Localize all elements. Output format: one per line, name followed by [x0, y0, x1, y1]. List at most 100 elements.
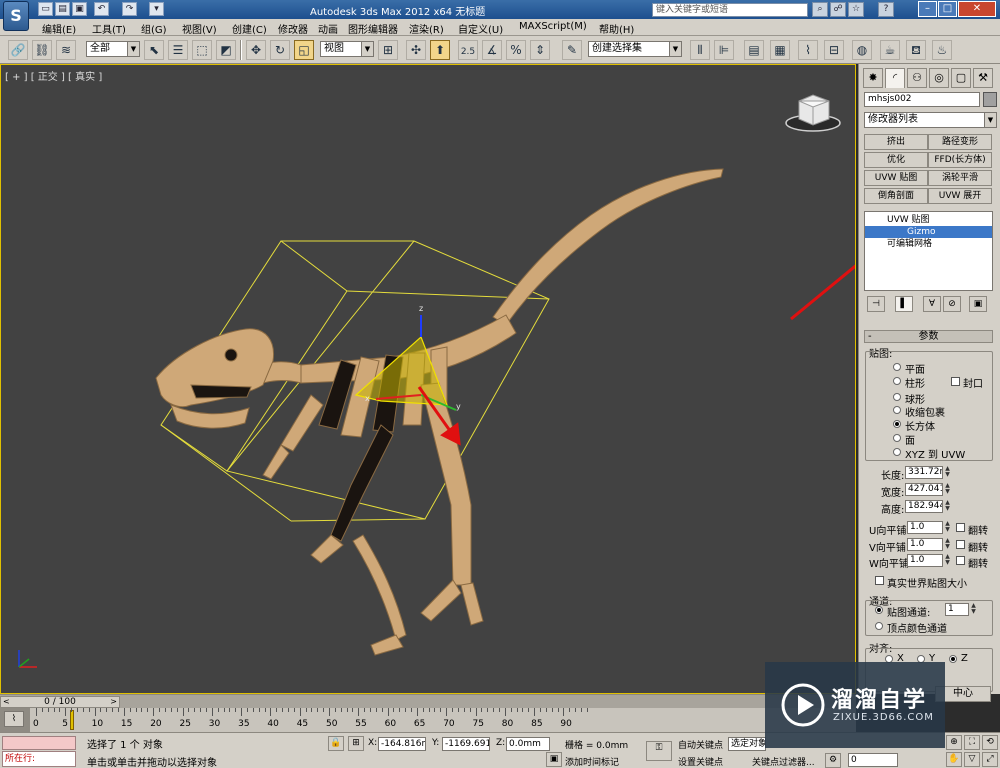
remove-modifier-icon[interactable]: ⊘: [943, 296, 961, 312]
help-icon[interactable]: ?: [878, 2, 894, 17]
menu-maxscript[interactable]: MAXScript(M): [519, 21, 587, 32]
stack-item-editable-mesh[interactable]: 可编辑网格: [865, 238, 992, 250]
scene-canvas[interactable]: z y x: [1, 65, 856, 694]
show-end-result-icon[interactable]: ▌: [895, 296, 913, 312]
save-file-icon[interactable]: ▣: [72, 2, 87, 16]
bind-to-space-warp-icon[interactable]: ≋: [56, 40, 76, 60]
snaps-toggle-icon[interactable]: 2.5: [458, 40, 478, 60]
radio-cylindrical[interactable]: [893, 377, 901, 385]
schematic-view-icon[interactable]: ⊟: [824, 40, 844, 60]
maxscript-listener-line[interactable]: 所在行:: [2, 751, 76, 767]
curve-editor-icon[interactable]: ⌇: [798, 40, 818, 60]
menu-views[interactable]: 视图(V): [182, 21, 217, 36]
named-selection-set-dropdown[interactable]: 创建选择集 ▼: [588, 41, 682, 57]
select-by-name-icon[interactable]: ☰: [168, 40, 188, 60]
modifier-button-uvw-map[interactable]: UVW 贴图: [864, 170, 928, 186]
time-tag-icon[interactable]: ▣: [546, 752, 562, 767]
stack-item-uvw-map[interactable]: UVW 贴图: [865, 214, 992, 226]
select-and-scale-icon[interactable]: ◱: [294, 40, 314, 60]
auto-key-button[interactable]: 自动关键点: [678, 738, 723, 751]
w-tile-spinner[interactable]: 1.0: [907, 554, 943, 567]
window-crossing-icon[interactable]: ◩: [216, 40, 236, 60]
modifier-list-dropdown[interactable]: 修改器列表 ▼: [864, 112, 997, 128]
communication-center-icon[interactable]: ☍: [830, 2, 846, 17]
y-coord-field[interactable]: -1169.691r: [442, 737, 490, 751]
minimize-button[interactable]: –: [918, 1, 937, 17]
favorites-star-icon[interactable]: ☆: [848, 2, 864, 17]
w-flip-checkbox[interactable]: [956, 556, 965, 565]
edit-named-selection-icon[interactable]: ✎: [562, 40, 582, 60]
viewcube-icon[interactable]: [785, 94, 841, 132]
stack-item-gizmo[interactable]: Gizmo: [865, 226, 992, 238]
z-coord-field[interactable]: 0.0mm: [506, 737, 550, 751]
modifier-button-bevel-profile[interactable]: 倒角剖面: [864, 188, 928, 204]
graphite-toolset-icon[interactable]: ▦: [770, 40, 790, 60]
modifier-button-path-deform[interactable]: 路径变形: [928, 134, 992, 150]
undo-icon[interactable]: ↶: [94, 2, 109, 16]
set-key-button[interactable]: 设置关键点: [678, 755, 723, 768]
v-tile-spinner[interactable]: 1.0: [907, 538, 943, 551]
modifier-button-unwrap-uvw[interactable]: UVW 展开: [928, 188, 992, 204]
curve-editor-mini-icon[interactable]: ⌇: [4, 711, 24, 727]
add-time-tag-label[interactable]: 添加时间标记: [565, 755, 619, 768]
radio-box[interactable]: [893, 420, 901, 428]
angle-snap-icon[interactable]: ∡: [482, 40, 502, 60]
menu-group[interactable]: 组(G): [141, 21, 167, 36]
pivot-center-icon[interactable]: ⊞: [378, 40, 398, 60]
unlink-icon[interactable]: ⛓: [32, 40, 52, 60]
maximize-viewport-icon[interactable]: ⤢: [982, 752, 998, 767]
select-object-icon[interactable]: ⬉: [144, 40, 164, 60]
cap-checkbox[interactable]: [951, 377, 960, 386]
modifier-button-turbosmooth[interactable]: 涡轮平滑: [928, 170, 992, 186]
time-config-icon[interactable]: ⚙: [825, 753, 841, 768]
maxscript-mini-listener[interactable]: [2, 736, 76, 750]
select-and-link-icon[interactable]: 🔗: [8, 40, 28, 60]
current-frame-marker[interactable]: [70, 710, 74, 730]
make-unique-icon[interactable]: ∀: [923, 296, 941, 312]
pin-stack-icon[interactable]: ⊣: [867, 296, 885, 312]
key-icon[interactable]: ⚿: [646, 741, 672, 761]
key-mode-dropdown[interactable]: 选定对象: [728, 737, 766, 751]
zoom-icon[interactable]: ⊕: [946, 735, 962, 750]
field-of-view-icon[interactable]: ▽: [964, 752, 980, 767]
pan-icon[interactable]: ✋: [946, 752, 962, 767]
spinner-snap-icon[interactable]: ⇕: [530, 40, 550, 60]
redo-icon[interactable]: ↷: [122, 2, 137, 16]
reference-coordinate-dropdown[interactable]: 视图 ▼: [320, 41, 374, 57]
search-input[interactable]: 键入关键字或短语: [652, 3, 808, 17]
lock-selection-icon[interactable]: 🔒: [328, 736, 344, 751]
chevron-right-icon[interactable]: >: [110, 697, 117, 707]
menu-rendering[interactable]: 渲染(R): [409, 21, 444, 36]
viewport-label[interactable]: [ + ] [ 正交 ] [ 真实 ]: [5, 68, 102, 83]
radio-align-z[interactable]: [949, 655, 957, 663]
zoom-extents-icon[interactable]: ⛶: [964, 735, 980, 750]
layer-manager-icon[interactable]: ▤: [744, 40, 764, 60]
open-file-icon[interactable]: ▤: [55, 2, 70, 16]
current-frame-field[interactable]: 0: [848, 753, 898, 767]
perspective-viewport[interactable]: z y x [ + ] [ 正交 ] [ 真实 ]: [0, 64, 856, 694]
menu-tools[interactable]: 工具(T): [92, 21, 126, 36]
map-channel-spinner[interactable]: 1: [945, 603, 969, 616]
radio-planar[interactable]: [893, 363, 901, 371]
absolute-mode-icon[interactable]: ⊞: [348, 736, 364, 751]
menu-customize[interactable]: 自定义(U): [458, 21, 503, 36]
rendered-frame-window-icon[interactable]: ⛾: [906, 40, 926, 60]
width-spinner[interactable]: 427.041: [905, 483, 943, 496]
x-coord-field[interactable]: -164.816m: [378, 737, 426, 751]
menu-help[interactable]: 帮助(H): [599, 21, 634, 36]
dinosaur-skeleton-model[interactable]: [155, 168, 724, 656]
length-spinner[interactable]: 331.72n: [905, 466, 943, 479]
modify-tab-icon[interactable]: ◜: [885, 68, 905, 88]
u-flip-checkbox[interactable]: [956, 523, 965, 532]
search-icon[interactable]: ⌕: [812, 2, 828, 17]
close-button[interactable]: ✕: [958, 1, 996, 17]
motion-tab-icon[interactable]: ◎: [929, 68, 949, 88]
radio-face[interactable]: [893, 434, 901, 442]
render-production-icon[interactable]: ♨: [932, 40, 952, 60]
radio-vertex-color-channel[interactable]: [875, 622, 883, 630]
menu-create[interactable]: 创建(C): [232, 21, 267, 36]
maximize-button[interactable]: □: [938, 1, 957, 17]
v-flip-checkbox[interactable]: [956, 540, 965, 549]
display-tab-icon[interactable]: ▢: [951, 68, 971, 88]
rectangular-selection-icon[interactable]: ⬚: [192, 40, 212, 60]
